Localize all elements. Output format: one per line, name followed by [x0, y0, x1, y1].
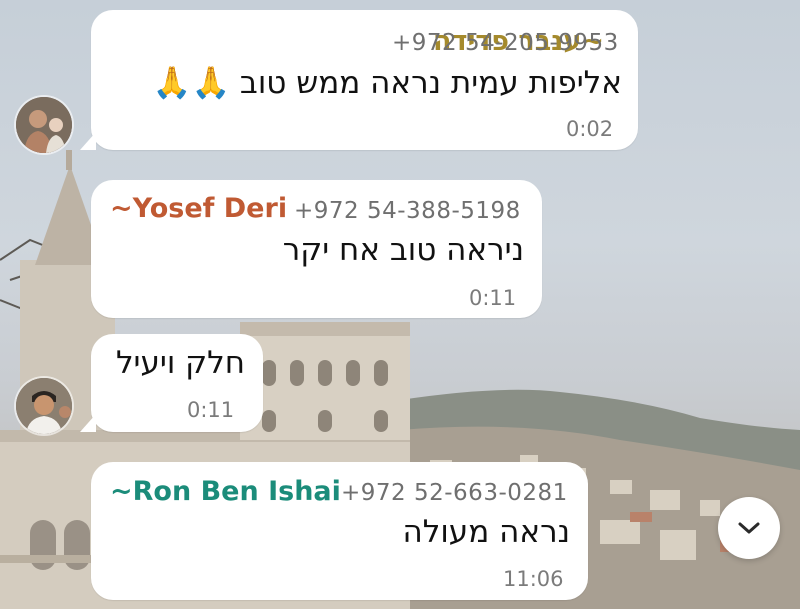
profile-photo-icon	[16, 97, 72, 153]
sender-name[interactable]: ~Ron Ben Ishai	[110, 476, 341, 507]
sender-phone[interactable]: +972 54-205-9953	[392, 30, 619, 56]
scroll-to-bottom-button[interactable]	[718, 497, 780, 559]
message-text: אליפות עמית נראה ממש טוב 🙏🙏	[152, 65, 622, 101]
message-time: 0:11	[469, 286, 517, 310]
bubble-tail	[80, 132, 96, 150]
profile-photo-icon	[16, 378, 72, 434]
sender-name[interactable]: ~Yosef Deri	[110, 193, 287, 224]
message-text: ניראה טוב אח יקר	[282, 232, 524, 268]
message-time: 11:06	[503, 567, 564, 591]
sender-phone[interactable]: +972 52-663-0281	[341, 480, 568, 506]
message-time: 0:02	[566, 117, 614, 141]
message-text: נראה מעולה	[402, 514, 570, 550]
bubble-tail	[80, 414, 96, 432]
message-time: 0:11	[187, 398, 235, 422]
chevron-down-icon	[738, 522, 760, 534]
message-text: חלק ויעיל	[115, 345, 245, 381]
avatar[interactable]	[16, 378, 72, 434]
praying-hands-emoji: 🙏🙏	[152, 65, 231, 101]
sender-phone[interactable]: +972 54-388-5198	[294, 198, 521, 224]
avatar[interactable]	[16, 97, 72, 153]
